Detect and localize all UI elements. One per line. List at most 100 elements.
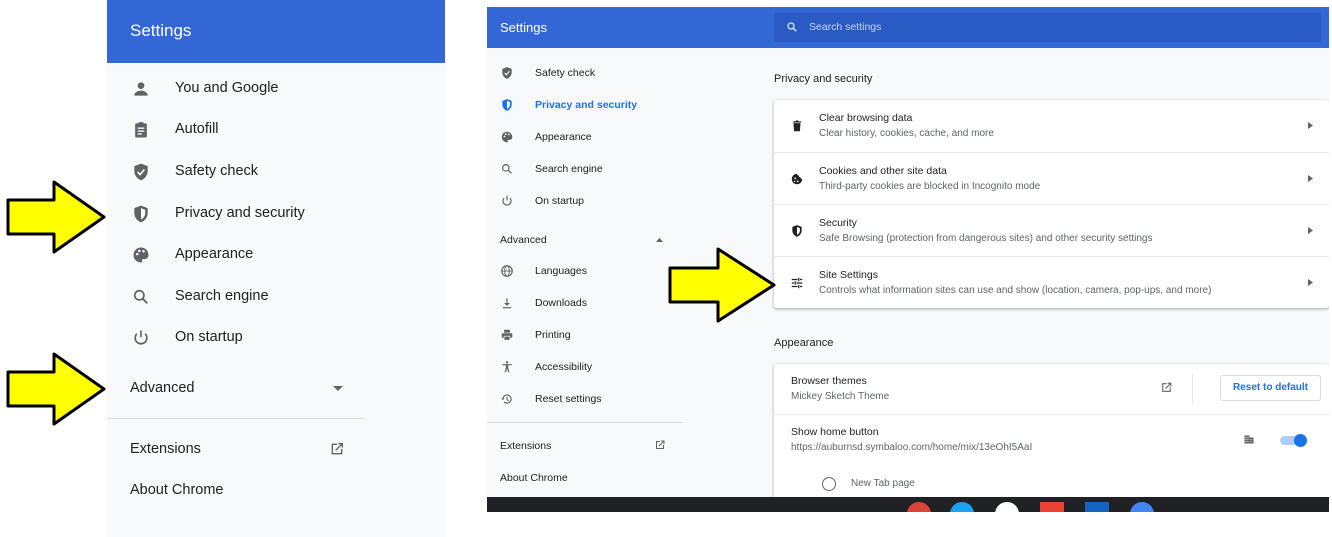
advanced-label: Advanced [500,234,547,246]
arrow-pointer-icon [6,352,106,426]
row-subtitle: Third-party cookies are blocked in Incog… [819,181,1041,192]
row-subtitle: Clear history, cookies, cache, and more [819,128,994,139]
appearance-section-title: Appearance [774,337,834,349]
app-icon[interactable] [1085,502,1109,512]
palette-icon [501,131,513,143]
app-icon[interactable] [995,502,1019,512]
search-icon [502,164,512,174]
home-button-toggle[interactable] [1280,434,1307,447]
chevron-right-icon [1308,227,1313,234]
app-icon[interactable] [907,502,931,512]
shield-icon [502,99,512,111]
nav-item-reset-settings[interactable]: Reset settings [487,385,683,413]
shield-icon [792,225,802,237]
settings-panel-collapsed: Settings You and Google Autofill Safety … [107,0,445,537]
appearance-card: Browser themes Mickey Sketch Theme Reset… [774,364,1329,512]
nav-label: On startup [175,329,243,345]
nav-label: Appearance [175,246,254,262]
nav-item-appearance[interactable]: Appearance [107,237,445,273]
person-icon [134,82,148,96]
nav-item-privacy-and-security[interactable]: Privacy and security [487,91,683,119]
about-chrome-link[interactable]: About Chrome [500,472,568,484]
settings-header: Settings [107,0,445,63]
nav-label: Accessibility [535,361,593,373]
chevron-right-icon [1308,122,1313,129]
security-row[interactable]: Security Safe Browsing (protection from … [774,204,1329,257]
accessibility-icon [502,361,512,373]
power-icon [134,330,148,345]
arrow-pointer-icon [668,247,776,323]
row-title: Cookies and other site data [819,165,947,177]
chevron-right-icon [1308,279,1313,286]
nav-item-autofill[interactable]: Autofill [107,112,445,148]
settings-topbar: Settings Search settings [487,7,1329,48]
divider [487,422,683,423]
nav-label: Safety check [535,67,596,79]
app-icon[interactable] [950,502,974,512]
radio-label: New Tab page [851,478,915,489]
open-in-new-icon [656,440,665,449]
open-in-new-icon[interactable] [1160,381,1173,394]
nav-item-accessibility[interactable]: Accessibility [487,353,683,381]
about-chrome-link[interactable]: About Chrome [130,482,224,498]
nav-item-safety-check[interactable]: Safety check [487,59,683,87]
nav-item-printing[interactable]: Printing [487,321,683,349]
nav-label: Appearance [535,131,592,143]
caret-up-icon [656,238,663,242]
row-subtitle: Mickey Sketch Theme [791,391,890,402]
advanced-toggle[interactable]: Advanced [107,372,365,406]
site-settings-row[interactable]: Site Settings Controls what information … [774,256,1329,309]
privacy-card: Clear browsing data Clear history, cooki… [774,100,1329,308]
download-icon [502,298,512,309]
row-title: Browser themes [791,375,867,387]
cookies-row[interactable]: Cookies and other site data Third-party … [774,152,1329,205]
nav-item-safety-check[interactable]: Safety check [107,154,445,190]
clipboard-icon [135,122,147,138]
extensions-label: Extensions [500,440,552,452]
app-icon[interactable] [1130,502,1154,512]
nav-item-appearance[interactable]: Appearance [487,123,683,151]
open-in-new-icon [331,443,343,455]
search-icon [787,22,797,32]
trash-icon [792,120,802,132]
nav-label: Languages [535,265,587,277]
nav-label: Reset settings [535,393,602,405]
settings-title: Settings [130,21,192,40]
advanced-toggle[interactable]: Advanced [487,229,683,251]
nav-item-on-startup[interactable]: On startup [107,320,445,356]
restore-icon [501,394,512,404]
nav-item-search-engine[interactable]: Search engine [107,279,445,315]
shield-icon [134,205,148,223]
privacy-section-title: Privacy and security [774,73,873,85]
clear-browsing-data-row[interactable]: Clear browsing data Clear history, cooki… [774,100,1329,152]
row-title: Security [819,217,857,229]
palette-icon [133,247,149,263]
show-home-button-row[interactable]: Show home button https://auburnsd.symbal… [774,414,1329,465]
nav-item-privacy-and-security[interactable]: Privacy and security [107,196,445,232]
nav-item-languages[interactable]: Languages [487,257,683,285]
browser-themes-row[interactable]: Browser themes Mickey Sketch Theme Reset… [774,364,1329,414]
cookie-icon [791,173,803,185]
nav-label: Safety check [175,163,259,179]
advanced-label: Advanced [130,380,195,396]
app-icon[interactable] [1040,502,1064,512]
shield-check-icon [502,67,512,79]
extensions-label: Extensions [130,441,201,457]
extensions-link[interactable]: Extensions [107,438,365,462]
nav-label: On startup [535,195,585,207]
nav-item-downloads[interactable]: Downloads [487,289,683,317]
printer-icon [501,329,513,341]
globe-icon [501,265,513,277]
reset-to-default-button[interactable]: Reset to default [1220,375,1321,401]
nav-item-on-startup[interactable]: On startup [487,187,683,215]
search-input[interactable]: Search settings [774,13,1321,42]
nav-item-you-and-google[interactable]: You and Google [107,71,445,107]
nav-item-search-engine[interactable]: Search engine [487,155,683,183]
enterprise-icon [1244,435,1254,444]
settings-window: Settings Search settings Safety check Pr… [487,7,1329,512]
extensions-link[interactable]: Extensions [487,435,683,457]
divider [1192,374,1193,404]
new-tab-page-radio[interactable] [822,477,836,491]
nav-label: Printing [535,329,571,341]
tune-icon [791,277,803,289]
